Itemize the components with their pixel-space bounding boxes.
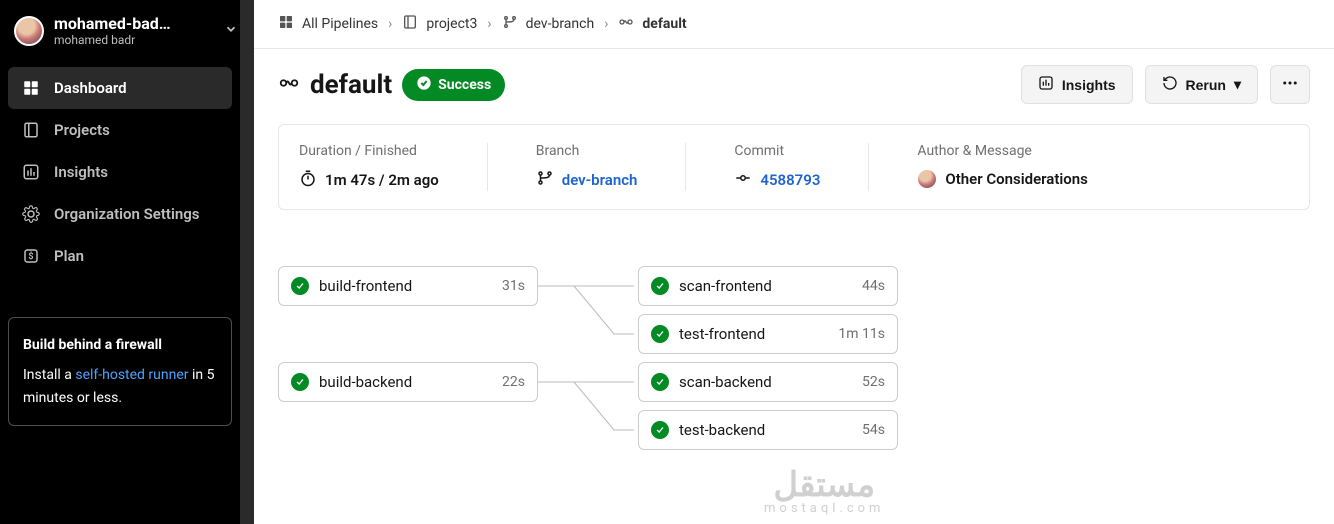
org-subtitle: mohamed badr xyxy=(54,33,214,47)
branch-icon xyxy=(536,169,554,191)
plan-icon: $ xyxy=(22,247,40,265)
meta-commit: Commit 4588793 xyxy=(734,143,820,191)
org-name: mohamed-bad… xyxy=(54,14,214,33)
refresh-icon xyxy=(1162,75,1178,94)
svg-text:$: $ xyxy=(28,251,33,262)
org-switcher[interactable]: mohamed-bad… mohamed badr xyxy=(0,0,254,61)
chevron-right-icon: › xyxy=(388,16,392,32)
breadcrumb: All Pipelines › project3 › dev-branch › … xyxy=(254,0,1334,49)
projects-icon xyxy=(22,121,40,139)
gear-icon xyxy=(22,205,40,223)
sidebar-item-label: Plan xyxy=(54,247,84,265)
branch-icon xyxy=(502,14,518,34)
job-node[interactable]: build-frontend 31s xyxy=(278,266,538,306)
insights-button[interactable]: Insights xyxy=(1021,65,1133,104)
job-node[interactable]: test-backend 54s xyxy=(638,410,898,450)
dashboard-icon xyxy=(278,14,294,34)
sidebar-nav: Dashboard Projects Insights Organization… xyxy=(0,61,240,283)
more-button[interactable] xyxy=(1270,65,1310,104)
commit-link[interactable]: 4588793 xyxy=(760,171,820,189)
sidebar-item-label: Organization Settings xyxy=(54,205,199,223)
success-icon xyxy=(651,277,669,295)
success-icon xyxy=(651,325,669,343)
insights-icon xyxy=(22,163,40,181)
dashboard-icon xyxy=(22,79,40,97)
caret-down-icon: ▾ xyxy=(1234,76,1241,93)
success-icon xyxy=(651,373,669,391)
chevron-right-icon: › xyxy=(604,16,608,32)
run-meta-panel: Duration / Finished 1m 47s / 2m ago Bran… xyxy=(278,124,1310,210)
crumb-workflow[interactable]: default xyxy=(618,14,686,34)
page-title: default xyxy=(310,70,392,100)
success-icon xyxy=(291,277,309,295)
promo-link[interactable]: self-hosted runner xyxy=(75,367,188,383)
workflow-icon xyxy=(278,72,300,98)
crumb-all-pipelines[interactable]: All Pipelines xyxy=(278,14,378,34)
meta-branch: Branch dev-branch xyxy=(536,143,638,191)
promo-card: Build behind a firewall Install a self-h… xyxy=(8,317,232,426)
job-node[interactable]: scan-backend 52s xyxy=(638,362,898,402)
sidebar-item-dashboard[interactable]: Dashboard xyxy=(8,67,232,109)
sidebar-item-plan[interactable]: $ Plan xyxy=(8,235,232,277)
sidebar-item-org-settings[interactable]: Organization Settings xyxy=(8,193,232,235)
meta-duration: Duration / Finished 1m 47s / 2m ago xyxy=(299,143,439,191)
project-icon xyxy=(402,14,418,34)
workflow-icon xyxy=(618,14,634,34)
meta-author: Author & Message Other Considerations xyxy=(917,143,1087,191)
sidebar-item-label: Dashboard xyxy=(54,79,127,97)
avatar xyxy=(917,169,937,189)
main-content: All Pipelines › project3 › dev-branch › … xyxy=(254,0,1334,524)
chevron-right-icon: › xyxy=(487,16,491,32)
workflow-graph: build-frontend 31s build-backend 22s sca… xyxy=(254,210,1334,524)
commit-icon xyxy=(734,169,752,191)
job-node[interactable]: scan-frontend 44s xyxy=(638,266,898,306)
crumb-branch[interactable]: dev-branch xyxy=(502,14,595,34)
branch-link[interactable]: dev-branch xyxy=(562,171,638,189)
sidebar: mohamed-bad… mohamed badr Dashboard Proj… xyxy=(0,0,254,524)
job-node[interactable]: test-frontend 1m 11s xyxy=(638,314,898,354)
sidebar-item-insights[interactable]: Insights xyxy=(8,151,232,193)
status-badge: Success xyxy=(402,69,505,101)
sidebar-item-label: Insights xyxy=(54,163,108,181)
success-icon xyxy=(291,373,309,391)
avatar xyxy=(14,16,44,46)
crumb-project[interactable]: project3 xyxy=(402,14,477,34)
sidebar-item-projects[interactable]: Projects xyxy=(8,109,232,151)
insights-icon xyxy=(1038,75,1054,94)
pipeline-header: default Success Insights Rerun ▾ xyxy=(254,49,1334,124)
check-circle-icon xyxy=(416,75,432,95)
rerun-button[interactable]: Rerun ▾ xyxy=(1145,65,1258,104)
more-horizontal-icon xyxy=(1281,74,1299,95)
chevron-down-icon xyxy=(224,21,238,40)
promo-body: Install a self-hosted runner in 5 minute… xyxy=(23,364,217,409)
success-icon xyxy=(651,421,669,439)
promo-title: Build behind a firewall xyxy=(23,334,217,356)
stopwatch-icon xyxy=(299,169,317,191)
sidebar-item-label: Projects xyxy=(54,121,110,139)
sidebar-scrollbar[interactable] xyxy=(240,0,254,524)
job-node[interactable]: build-backend 22s xyxy=(278,362,538,402)
